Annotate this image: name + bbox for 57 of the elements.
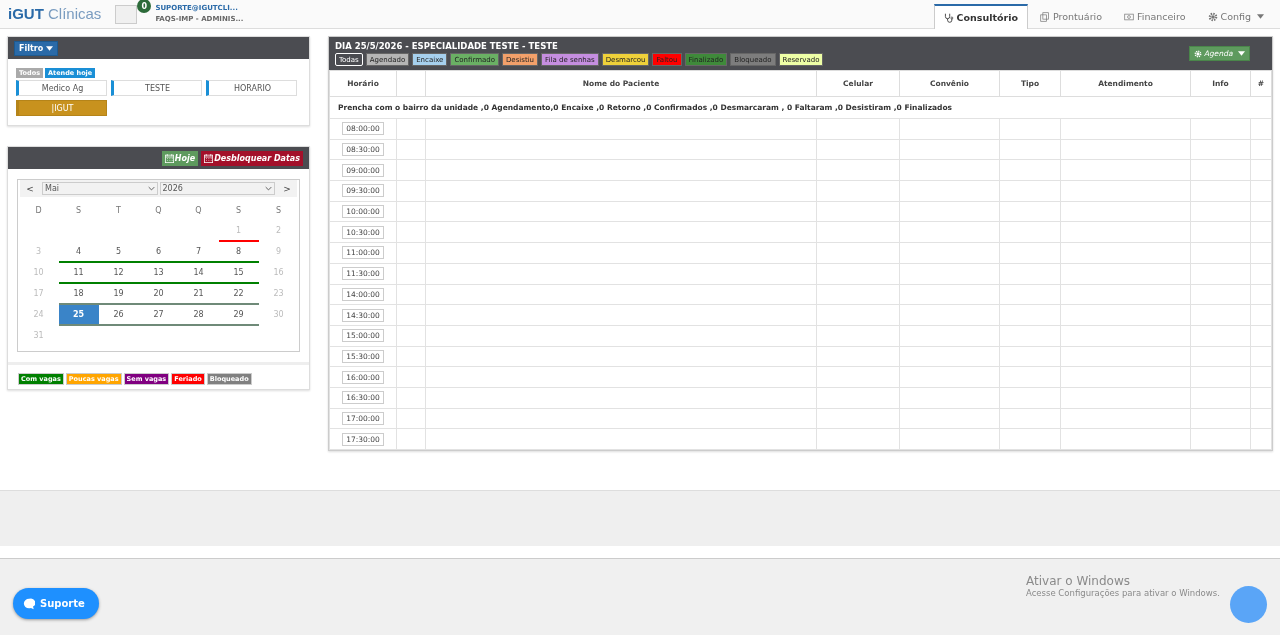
caret-icon (46, 45, 54, 51)
filter-button[interactable]: Filtro (14, 40, 59, 56)
calendar-day[interactable]: 15 (218, 263, 259, 284)
professional-button[interactable]: Medico Ag (16, 80, 107, 96)
caret-icon (1238, 51, 1245, 56)
activation-text: Acesse Configurações para ativar o Windows. (1026, 588, 1220, 598)
caret-icon (147, 186, 155, 191)
calendar-day[interactable]: 7 (178, 242, 219, 263)
caret-icon (265, 186, 272, 191)
next-month-button[interactable]: > (277, 183, 297, 194)
year-select[interactable]: 2026 (159, 182, 275, 195)
unlock-dates-button[interactable]: Desbloquear Datas (201, 150, 303, 166)
gear-icon (1194, 49, 1203, 58)
copy-icon (1040, 11, 1050, 22)
calendar-day[interactable]: 28 (178, 305, 219, 326)
calendar-day[interactable]: 27 (138, 305, 179, 326)
weekday-label: D (34, 205, 43, 217)
calendar-day[interactable]: 20 (138, 284, 179, 305)
weekday-label: S (74, 205, 83, 217)
calendar-day[interactable]: 5 (98, 242, 139, 263)
calendar-day[interactable]: 19 (98, 284, 139, 305)
chat-bubble-icon (23, 597, 35, 610)
calendar-day[interactable]: 26 (98, 305, 139, 326)
professional-button[interactable]: TESTE (111, 80, 202, 96)
calendar-icon (204, 153, 214, 163)
gear-icon (1207, 11, 1218, 22)
logo[interactable]: iGUT Clínicas (0, 5, 110, 28)
stethoscope-icon (943, 12, 954, 23)
calendar-day[interactable]: 21 (178, 284, 219, 305)
calendar-day[interactable]: 13 (138, 263, 179, 284)
schedule-title: DIA 25/5/2026 - ESPECIALIDADE TESTE - TESTE (335, 41, 559, 51)
calendar-day[interactable]: 14 (178, 263, 219, 284)
nav-tab[interactable]: Financeiro (1114, 4, 1196, 28)
calendar-day[interactable]: 11 (58, 263, 99, 284)
professional-button[interactable]: HORARIO (206, 80, 297, 96)
activation-title: Ativar o Windows (1026, 574, 1131, 588)
weekday-label: T (115, 205, 122, 217)
calendar-day[interactable]: 29 (218, 305, 259, 326)
calendar-day[interactable]: 6 (138, 242, 179, 263)
calendar-icon (164, 153, 174, 163)
calendar-day[interactable]: 12 (98, 263, 139, 284)
weekday-label: S (274, 205, 283, 217)
weekday-label: Q (154, 205, 163, 217)
nav-tab[interactable]: Prontuário (1030, 4, 1112, 28)
banknote-icon (1124, 11, 1134, 22)
nav-tab[interactable]: Consultório (933, 4, 1028, 29)
weekday-label: S (234, 205, 243, 217)
notification-badge: 0 (137, 0, 152, 13)
month-select[interactable]: Mai (42, 182, 158, 195)
weekday-label: Q (194, 205, 203, 217)
calendar-day[interactable]: 8 (218, 242, 259, 263)
nav-tab[interactable]: Config (1197, 4, 1274, 28)
avatar[interactable] (115, 5, 138, 24)
calendar-day[interactable]: 22 (218, 284, 259, 305)
calendar-day[interactable]: 25 (58, 305, 99, 326)
previous-month-button[interactable]: < (20, 183, 40, 194)
calendar-day[interactable]: 4 (58, 242, 99, 263)
